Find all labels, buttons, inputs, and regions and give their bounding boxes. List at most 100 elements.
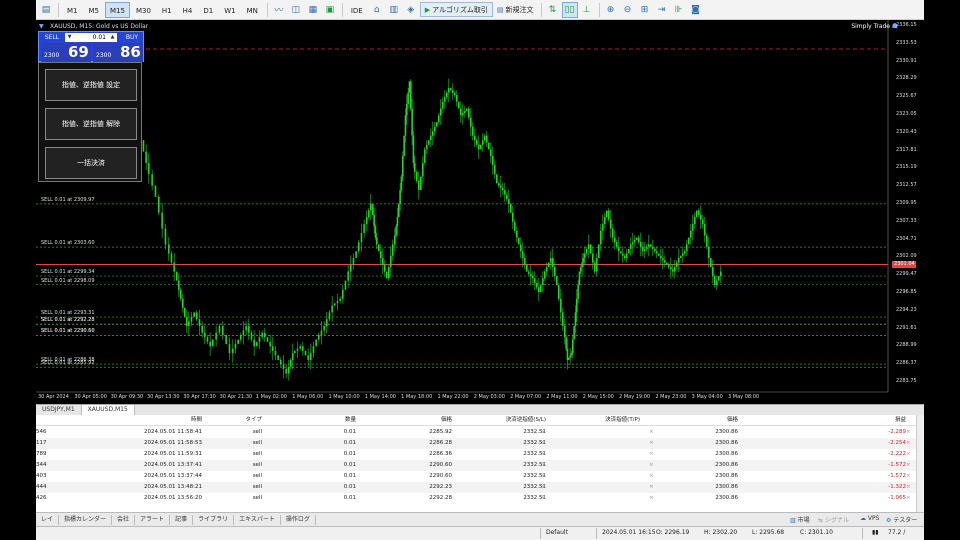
new-order-button[interactable]: ▤ 新規注文 xyxy=(493,5,538,15)
vps-link[interactable]: ☁ VPS xyxy=(860,515,879,522)
signals-link[interactable]: ⇆ シグナル xyxy=(818,515,849,524)
remove-tp-icon[interactable]: × xyxy=(649,427,654,438)
community-icon[interactable]: ⌂ xyxy=(369,2,385,18)
price-chart[interactable]: ▼ XAUUSD, M15: Gold vs US Dollar Simply … xyxy=(36,20,924,404)
tab-trade[interactable]: レイ xyxy=(36,514,60,525)
table-row[interactable]: 344 2024.05.01 13:37:41 sell 0.01 2290.60 233… xyxy=(36,460,924,471)
tab-usdjpy[interactable]: USDJPY,M1 xyxy=(36,405,82,415)
remove-sl-icon[interactable]: × xyxy=(541,460,546,471)
zoom-in-icon[interactable]: ⊕ xyxy=(603,2,619,18)
timeframe-mn[interactable]: MN xyxy=(242,2,263,18)
header-profit[interactable]: 損益 xyxy=(844,415,906,426)
timeframe-m5[interactable]: M5 xyxy=(84,2,105,18)
candle-body xyxy=(486,135,488,143)
chart-shift-icon[interactable]: ⊪ xyxy=(671,2,687,18)
timeframe-w1[interactable]: W1 xyxy=(219,2,240,18)
ide-button[interactable]: IDE xyxy=(346,2,368,18)
candle-body xyxy=(652,246,654,249)
header-volume[interactable]: 数量 xyxy=(316,415,356,426)
close-position-icon[interactable]: × xyxy=(906,438,911,449)
menu-icon[interactable]: ▤ xyxy=(38,2,54,18)
header-sl[interactable]: 決済逆指値(S/L) xyxy=(486,415,546,426)
tab-library[interactable]: ライブラリ xyxy=(193,514,235,525)
tester-link[interactable]: ⚙ テスター xyxy=(886,515,917,524)
sell-button[interactable]: SELL xyxy=(41,33,63,42)
tab-xauusd[interactable]: XAUUSD,M15 xyxy=(81,405,135,415)
candle-body xyxy=(366,217,368,225)
table-row[interactable]: 546 2024.05.01 11:58:41 sell 0.01 2285.92 233… xyxy=(36,427,924,438)
timeframe-h1[interactable]: H1 xyxy=(157,2,177,18)
profit: -1.572 xyxy=(888,462,906,468)
remove-tp-icon[interactable]: × xyxy=(649,482,654,493)
depth-of-market-icon[interactable]: ⇅ xyxy=(545,2,561,18)
screenshot-icon[interactable]: ◙ xyxy=(688,2,704,18)
market-link[interactable]: ▥ 市場 xyxy=(790,515,810,524)
tab-calendar[interactable]: 指標カレンダー xyxy=(59,514,113,525)
timeframe-m1[interactable]: M1 xyxy=(62,2,83,18)
set-limit-stop-button[interactable]: 指値、逆指値 設定 xyxy=(45,69,137,101)
tab-experts[interactable]: エキスパート xyxy=(234,514,281,525)
close-position-icon[interactable]: × xyxy=(906,427,911,438)
remove-tp-icon[interactable]: × xyxy=(649,449,654,460)
header-price[interactable]: 価格 xyxy=(396,415,452,426)
remove-tp-icon[interactable]: × xyxy=(649,471,654,482)
close-position-icon[interactable]: × xyxy=(906,493,911,504)
header-current-price[interactable]: 価格 xyxy=(676,415,738,426)
remove-sl-icon[interactable]: × xyxy=(541,493,546,504)
remove-sl-icon[interactable]: × xyxy=(541,449,546,460)
algo-trading-button[interactable]: ▶ アルゴリズム取引 xyxy=(419,2,493,17)
lot-decrease-icon[interactable]: ▼ xyxy=(65,33,74,42)
candle-body xyxy=(630,244,632,249)
line-chart-icon[interactable]: 〰 xyxy=(271,2,287,18)
candle-body xyxy=(280,359,282,365)
header-tp[interactable]: 決済指値(T/P) xyxy=(584,415,640,426)
tab-articles[interactable]: 記事 xyxy=(170,514,194,525)
table-scrollbar[interactable] xyxy=(916,415,924,512)
indicator-icon[interactable]: ◫ xyxy=(288,2,304,18)
remove-sl-icon[interactable]: × xyxy=(541,438,546,449)
close-all-button[interactable]: 一括決済 xyxy=(45,147,137,179)
close-position-icon[interactable]: × xyxy=(906,471,911,482)
remove-tp-icon[interactable]: × xyxy=(649,438,654,449)
remove-sl-icon[interactable]: × xyxy=(541,471,546,482)
clear-limit-stop-button[interactable]: 指値、逆指値 解除 xyxy=(45,108,137,140)
close-position-icon[interactable]: × xyxy=(906,449,911,460)
tab-company[interactable]: 会社 xyxy=(112,514,136,525)
tab-journal[interactable]: 操作ログ xyxy=(281,514,316,525)
autoscroll-icon[interactable]: ⇥ xyxy=(654,2,670,18)
table-row[interactable]: 426 2024.05.01 13:56:20 sell 0.01 2292.28 233… xyxy=(36,493,924,504)
time-tick: 1 May 06:00 xyxy=(292,394,324,400)
remove-sl-icon[interactable]: × xyxy=(541,427,546,438)
timeframe-d1[interactable]: D1 xyxy=(198,2,218,18)
database-icon[interactable]: ▥ xyxy=(386,2,402,18)
timeframe-m15[interactable]: M15 xyxy=(105,1,130,18)
remove-tp-icon[interactable]: × xyxy=(649,493,654,504)
table-row[interactable]: 444 2024.05.01 13:48:21 sell 0.01 2292.23 233… xyxy=(36,482,924,493)
strategy-icon[interactable]: ◈ xyxy=(403,2,419,18)
remove-sl-icon[interactable]: × xyxy=(541,482,546,493)
tab-alerts[interactable]: アラート xyxy=(135,514,171,525)
table-row[interactable]: 117 2024.05.01 11:58:53 sell 0.01 2286.28 233… xyxy=(36,438,924,449)
table-row[interactable]: 789 2024.05.01 11:59:31 sell 0.01 2286.36 233… xyxy=(36,449,924,460)
timeframe-m30[interactable]: M30 xyxy=(131,2,156,18)
buy-price-button[interactable]: 2300 86 xyxy=(93,43,143,62)
remove-tp-icon[interactable]: × xyxy=(649,460,654,471)
one-click-trading-icon[interactable]: ▯▯ xyxy=(561,1,578,18)
trade-levels-icon[interactable]: ⊥ xyxy=(579,2,595,18)
objects-icon[interactable]: ▦ xyxy=(305,2,321,18)
close-position-icon[interactable]: × xyxy=(906,482,911,493)
header-time[interactable]: 時間 xyxy=(132,415,202,426)
candle-body xyxy=(514,221,516,231)
close-position-icon[interactable]: × xyxy=(906,460,911,471)
lot-increase-icon[interactable]: ▲ xyxy=(108,33,117,42)
table-row[interactable]: 403 2024.05.01 13:37:44 sell 0.01 2290.60 233… xyxy=(36,471,924,482)
lot-size-input[interactable]: 0.01 xyxy=(74,33,108,42)
grid-icon[interactable]: ⊞ xyxy=(637,2,653,18)
header-type[interactable]: タイプ xyxy=(226,415,262,426)
sell-price-button[interactable]: 2300 69 xyxy=(41,43,91,62)
zoom-out-icon[interactable]: ⊖ xyxy=(620,2,636,18)
buy-button[interactable]: BUY xyxy=(121,33,143,42)
template-icon[interactable]: ▣ xyxy=(322,2,338,18)
candle-body xyxy=(154,185,157,197)
timeframe-h4[interactable]: H4 xyxy=(178,2,198,18)
